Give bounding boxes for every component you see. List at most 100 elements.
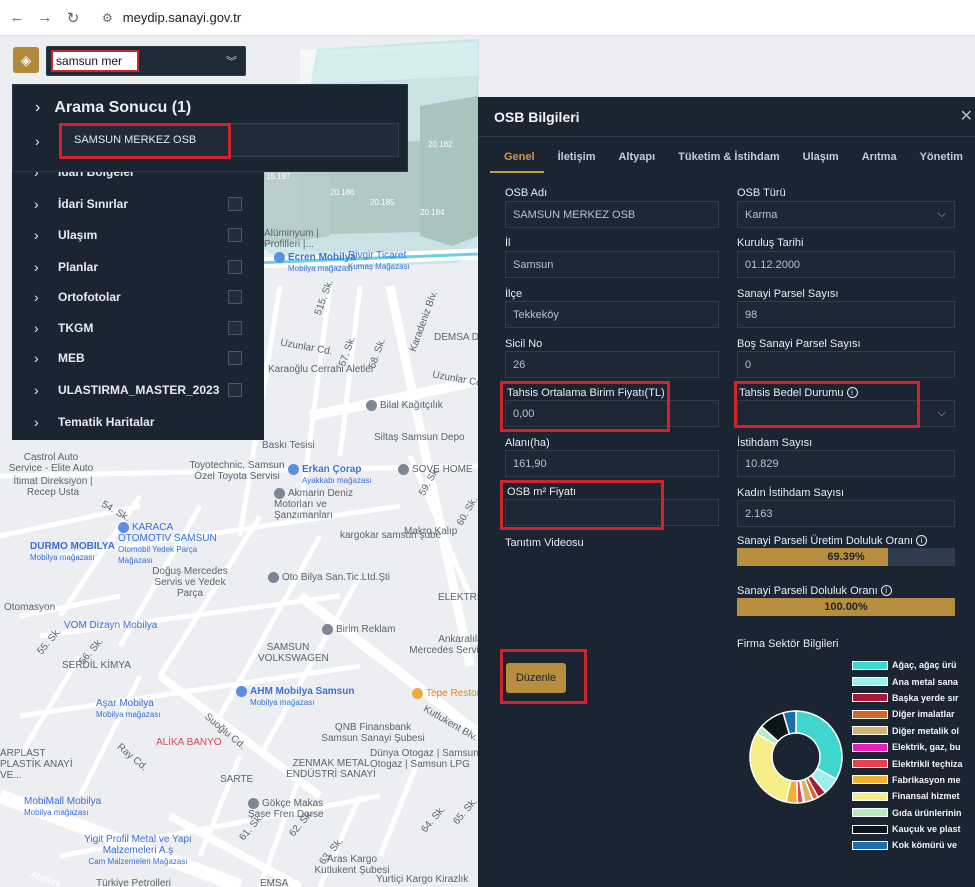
reload-icon[interactable]: ↻: [62, 7, 84, 29]
search-input[interactable]: [51, 50, 139, 72]
legend-item[interactable]: Başka yerde sır: [852, 690, 963, 706]
map-poi[interactable]: Toyotechnic, Samsun Özel Toyota Servisi: [182, 460, 292, 482]
map-poi[interactable]: ALİKA BANYO: [156, 737, 222, 748]
kadin-istihdam-field[interactable]: 2.163: [737, 500, 955, 527]
layer-checkbox[interactable]: [228, 383, 242, 397]
map-poi[interactable]: Bilal Kağıtçılık: [366, 400, 443, 411]
map-poi[interactable]: kargokar samsun şube: [340, 530, 441, 541]
map-poi[interactable]: Oto Bilya San.Tic.Ltd.Şti: [268, 572, 390, 583]
layer-checkbox[interactable]: [228, 228, 242, 242]
sicil-no-field[interactable]: 26: [505, 351, 719, 378]
map-poi[interactable]: DURMO MOBILYA Mobilya mağazası: [30, 541, 115, 563]
address-bar[interactable]: ⚙ meydip.sanayi.gov.tr: [94, 5, 249, 31]
map-poi[interactable]: Doğuş Mercedes Servis ve Yedek Parça: [140, 566, 240, 599]
map-poi[interactable]: EMSA: [260, 878, 288, 887]
map-poi[interactable]: SERDİL KİMYA: [62, 660, 131, 671]
layer-item-ulasim[interactable]: › Ulaşım: [34, 224, 264, 246]
map-poi[interactable]: Karaoğlu Cerrahi Aletler: [268, 364, 374, 375]
layer-item-planlar[interactable]: › Planlar: [34, 256, 264, 278]
map-poi[interactable]: SARTE: [220, 774, 253, 785]
bos-parsel-field[interactable]: 0: [737, 351, 955, 378]
tab-yonetim[interactable]: Yönetim: [906, 141, 972, 173]
map-poi[interactable]: Alüminyum | Profilleri |...: [264, 228, 334, 250]
layer-checkbox[interactable]: [228, 260, 242, 274]
il-field[interactable]: Samsun: [505, 251, 719, 278]
layer-item-ulastirma-master[interactable]: › ULASTIRMA_MASTER_2023: [34, 379, 264, 401]
map-poi[interactable]: Baskı Tesisi: [262, 440, 315, 451]
chevron-down-icon[interactable]: ︾: [226, 53, 237, 69]
info-icon[interactable]: i: [880, 585, 892, 596]
layer-item-meb[interactable]: › MEB: [34, 347, 264, 369]
layer-checkbox[interactable]: [228, 351, 242, 365]
info-icon[interactable]: i: [916, 535, 928, 546]
map-poi[interactable]: QNB Finansbank Samsun Sanayi Şubesi: [318, 722, 428, 744]
back-icon[interactable]: ←: [6, 7, 28, 29]
map-poi[interactable]: Aşar Mobilya Mobilya mağazası: [96, 698, 160, 720]
donut-slice-8[interactable]: [749, 732, 792, 803]
osb-adi-field[interactable]: SAMSUN MERKEZ OSB: [505, 201, 719, 228]
tab-aritma[interactable]: Arıtma: [848, 141, 906, 173]
legend-item[interactable]: Elektrik, gaz, bu: [852, 739, 963, 755]
legend-item[interactable]: Diğer metalik ol: [852, 723, 963, 739]
map-poi[interactable]: Dünya Otogaz | Samsun Otogaz | Samsun LP…: [370, 748, 490, 770]
map-poi[interactable]: Ecren Mobilya Mobilya mağazası: [274, 252, 356, 274]
layer-checkbox[interactable]: [228, 290, 242, 304]
map-poi[interactable]: İtimat Direksiyon | Recep Usta: [8, 476, 98, 498]
map-poi[interactable]: Erkan Çorap Ayakkabı mağazası: [288, 464, 372, 486]
forward-icon[interactable]: →: [34, 7, 56, 29]
legend-item[interactable]: Ağaç, ağaç ürü: [852, 657, 963, 673]
ilce-field[interactable]: Tekkeköy: [505, 301, 719, 328]
layer-checkbox[interactable]: [228, 197, 242, 211]
legend-swatch: [852, 775, 888, 785]
tab-genel[interactable]: Genel: [490, 141, 544, 173]
map-poi[interactable]: Yigit Profil Metal ve Yapı Malzemeleri A…: [78, 834, 198, 867]
layer-item-tkgm[interactable]: › TKGM: [34, 317, 264, 339]
tab-tuketim-istihdam[interactable]: Tüketim & İstihdam: [664, 141, 788, 173]
map-poi[interactable]: KARACA OTOMOTIV SAMSUN Otomobil Yedek Par…: [118, 522, 228, 566]
site-settings-icon[interactable]: ⚙: [102, 11, 113, 25]
legend-item[interactable]: Ana metal sana: [852, 673, 963, 689]
map-poi[interactable]: Türkiye Petrolleri: [96, 878, 171, 887]
legend-item[interactable]: Kauçuk ve plast: [852, 821, 963, 837]
map-poi[interactable]: Otomasyon: [4, 602, 55, 613]
map-poi[interactable]: Birim Reklam: [322, 624, 395, 635]
map-poi[interactable]: Ankaralılar Mercedes Servisi: [406, 634, 486, 656]
map-poi[interactable]: ARPLAST PLASTİK ANAYİ VE...: [0, 748, 80, 781]
tab-ulasim[interactable]: Ulaşım: [789, 141, 848, 173]
tab-iletisim[interactable]: İletişim: [544, 141, 605, 173]
map-poi[interactable]: VOM Dizayn Mobilya: [64, 620, 157, 631]
layers-toggle-button[interactable]: ◈: [13, 47, 39, 73]
layer-item-tematik-haritalar[interactable]: › Tematik Haritalar: [34, 411, 264, 433]
map-poi[interactable]: SAMSUN VOLKSWAGEN: [258, 642, 329, 664]
layer-checkbox[interactable]: [228, 321, 242, 335]
istihdam-field[interactable]: 10.829: [737, 450, 955, 477]
parcel-label: 15.197: [266, 172, 291, 181]
map-poi[interactable]: ELEKTRİ: [438, 592, 480, 603]
map-poi[interactable]: Rivgir Ticaret Kumaş Mağazası: [348, 250, 410, 272]
legend-item[interactable]: Kok kömürü ve: [852, 837, 963, 853]
map-poi[interactable]: ZENMAK METAL ENDÜSTRİ SANAYİ: [286, 758, 376, 780]
map-poi[interactable]: Siltaş Samsun Depo: [374, 432, 465, 443]
results-title[interactable]: › Arama Sonucu (1): [35, 99, 191, 117]
pin-icon: [248, 798, 259, 809]
osb-turu-select[interactable]: Karma ⌵: [737, 201, 955, 228]
map-poi[interactable]: Castrol Auto Service - Elite Auto: [6, 452, 96, 474]
close-icon[interactable]: ✕: [960, 106, 973, 126]
map-poi[interactable]: DEMSA De: [434, 332, 485, 343]
kurulus-tarihi-field[interactable]: 01.12.2000: [737, 251, 955, 278]
alan-field[interactable]: 161,90: [505, 450, 719, 477]
map-poi[interactable]: AHM Mobilya Samsun Mobilya mağazası: [236, 686, 354, 708]
layer-item-ortofotolar[interactable]: › Ortofotolar: [34, 286, 264, 308]
layer-item-idari-sinirlar[interactable]: › İdari Sınırlar: [34, 193, 264, 215]
search-result-item[interactable]: SAMSUN MERKEZ OSB: [59, 123, 399, 159]
map-poi[interactable]: MobiMall Mobilya Mobilya mağazası: [24, 796, 101, 818]
legend-item[interactable]: Finansal hizmet: [852, 788, 963, 804]
tab-altyapi[interactable]: Altyapı: [604, 141, 664, 173]
legend-item[interactable]: Elektrikli teçhiza: [852, 755, 963, 771]
legend-item[interactable]: Fabrikasyon me: [852, 772, 963, 788]
sanayi-parsel-field[interactable]: 98: [737, 301, 955, 328]
legend-item[interactable]: Diğer imalatlar: [852, 706, 963, 722]
legend-item[interactable]: Gıda ürünlerinin: [852, 805, 963, 821]
map-poi[interactable]: Akmarin Deniz Motorları ve Şanzımanları: [274, 488, 384, 521]
map-poi[interactable]: Yurtiçi Kargo Kirazlık: [376, 874, 468, 885]
